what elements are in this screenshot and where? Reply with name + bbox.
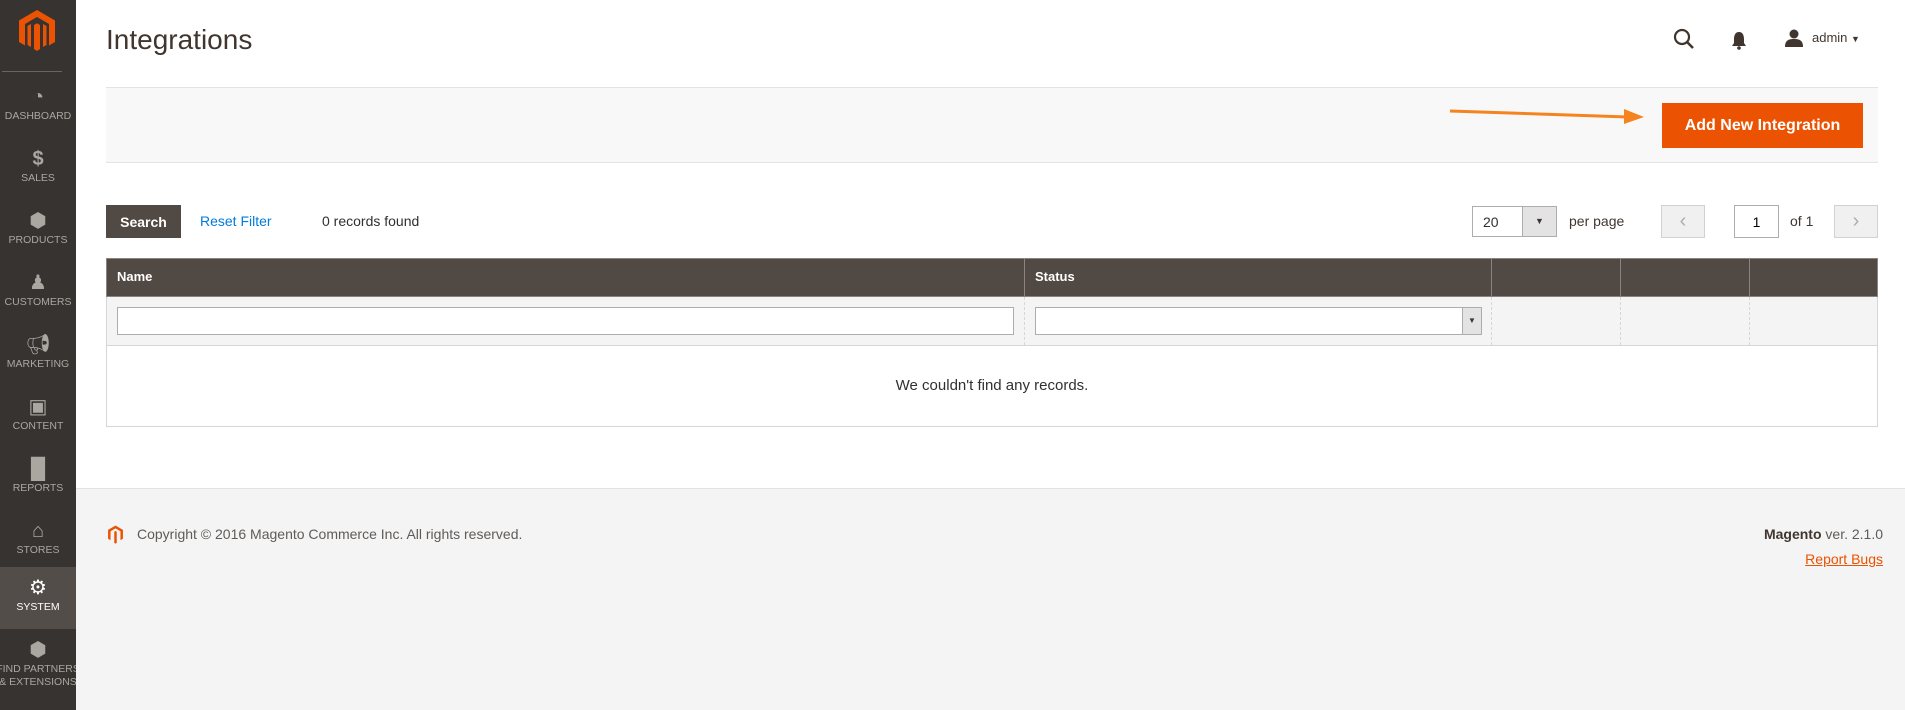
- sidebar-item-stores[interactable]: ⌂ STORES: [0, 510, 76, 572]
- filter-cell: [1492, 297, 1621, 345]
- grid-header: Name Status: [106, 258, 1878, 297]
- gear-icon: ⚙: [29, 577, 47, 599]
- chevron-down-icon: ▼: [1462, 308, 1481, 334]
- chevron-down-icon: ▼: [1851, 34, 1860, 44]
- sidebar-divider: [2, 71, 62, 72]
- status-filter-select[interactable]: ▼: [1035, 307, 1482, 335]
- admin-username: admin: [1812, 30, 1848, 45]
- dollar-icon: $: [32, 148, 44, 170]
- filter-cell: [1621, 297, 1750, 345]
- dashboard-icon: ◔: [31, 86, 45, 108]
- column-header-name[interactable]: Name: [107, 259, 1025, 296]
- person-icon: ♟: [29, 272, 47, 294]
- sidebar-item-reports[interactable]: ▐▌ REPORTS: [0, 448, 76, 510]
- filter-cell-name: [107, 297, 1025, 345]
- arrow-annotation-icon: [1449, 109, 1644, 124]
- column-header-4: [1621, 259, 1750, 296]
- chevron-left-icon: ‹: [1679, 210, 1687, 232]
- box-icon: ⬢: [29, 210, 47, 232]
- sidebar-item-customers[interactable]: ♟ CUSTOMERS: [0, 262, 76, 324]
- chevron-right-icon: ›: [1852, 210, 1860, 232]
- page-actions-bar: [106, 87, 1878, 163]
- user-icon[interactable]: [1784, 29, 1804, 47]
- search-icon[interactable]: [1673, 28, 1695, 50]
- filter-cell-status: ▼: [1025, 297, 1492, 345]
- column-header-5: [1750, 259, 1877, 296]
- per-page-label: per page: [1569, 213, 1625, 229]
- magento-logo-icon[interactable]: [14, 8, 60, 54]
- next-page-button[interactable]: ›: [1834, 205, 1878, 238]
- per-page-value: 20: [1483, 214, 1499, 230]
- sidebar-item-dashboard[interactable]: ◔ DASHBOARD: [0, 76, 76, 138]
- version-text: ver. 2.1.0: [1825, 526, 1883, 542]
- previous-page-button[interactable]: ‹: [1661, 205, 1705, 238]
- sidebar-item-content[interactable]: ▣ CONTENT: [0, 386, 76, 448]
- magento-footer-logo-icon: [108, 525, 123, 544]
- column-header-status[interactable]: Status: [1025, 259, 1492, 296]
- total-pages: of 1: [1790, 213, 1814, 229]
- sidebar: ◔ DASHBOARD $ SALES ⬢ PRODUCTS ♟ CUSTOMERS 📢…: [0, 0, 80, 710]
- per-page-select[interactable]: 20 ▼: [1472, 206, 1557, 237]
- copyright-text: Copyright © 2016 Magento Commerce Inc. A…: [137, 526, 523, 542]
- page-title: Integrations: [106, 24, 253, 55]
- sidebar-item-products[interactable]: ⬢ PRODUCTS: [0, 200, 76, 262]
- admin-menu[interactable]: admin ▼: [1812, 30, 1860, 45]
- lego-icon: ⬢: [29, 639, 47, 661]
- empty-message: We couldn't find any records.: [106, 346, 1878, 427]
- report-bugs-link[interactable]: Report Bugs: [1805, 551, 1883, 567]
- page-number-input[interactable]: [1734, 205, 1779, 238]
- layout-icon: ▣: [28, 396, 48, 418]
- bell-icon[interactable]: [1731, 31, 1747, 50]
- records-found: 0 records found: [322, 213, 420, 229]
- megaphone-icon: 📢︎: [25, 334, 51, 356]
- add-new-integration-button[interactable]: Add New Integration: [1662, 103, 1863, 148]
- chevron-down-icon[interactable]: ▼: [1522, 207, 1556, 236]
- name-filter-input[interactable]: [117, 307, 1014, 335]
- column-header-3: [1492, 259, 1621, 296]
- reset-filter-link[interactable]: Reset Filter: [200, 213, 272, 229]
- footer: [76, 488, 1905, 710]
- store-icon: ⌂: [31, 520, 45, 542]
- brand-name: Magento: [1763, 526, 1822, 542]
- sidebar-item-partners[interactable]: ⬢ FIND PARTNERS & EXTENSIONS: [0, 629, 80, 710]
- filter-row: ▼: [106, 297, 1878, 346]
- sidebar-item-system[interactable]: ⚙ SYSTEM: [0, 567, 76, 629]
- bar-chart-icon: ▐▌: [23, 458, 53, 480]
- sidebar-item-marketing[interactable]: 📢︎ MARKETING: [0, 324, 76, 386]
- search-button[interactable]: Search: [106, 205, 181, 238]
- version-info: Magento ver. 2.1.0: [1764, 526, 1883, 542]
- sidebar-item-sales[interactable]: $ SALES: [0, 138, 76, 200]
